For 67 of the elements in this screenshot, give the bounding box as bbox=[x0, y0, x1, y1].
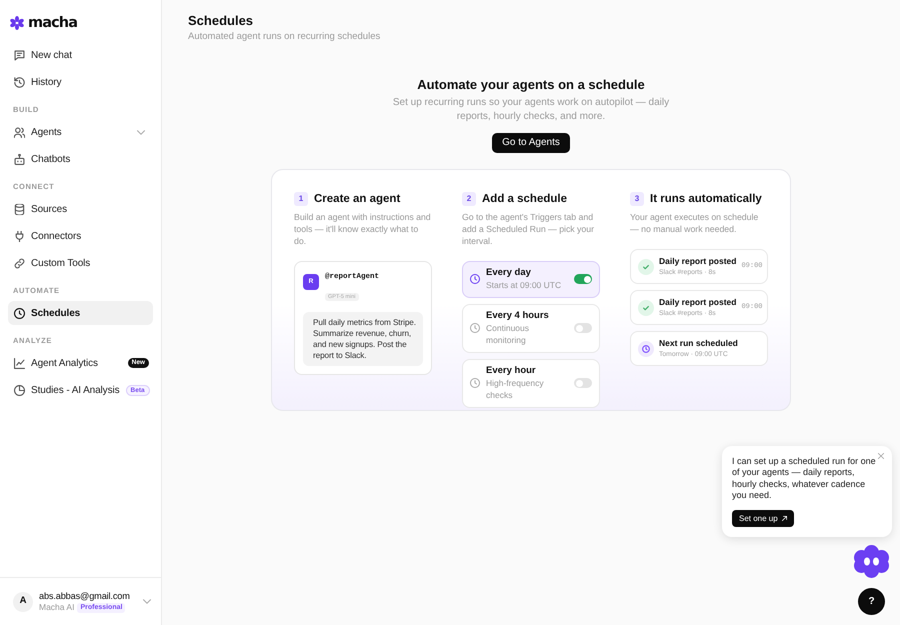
chevron-down-icon[interactable] bbox=[143, 599, 151, 604]
schedule-title: Every hour bbox=[486, 364, 537, 376]
popup-message: I can set up a scheduled run for one of your agents — daily reports, hourly checks, whatever cadence you need. bbox=[732, 456, 876, 502]
help-button[interactable]: ? bbox=[858, 588, 885, 615]
sidebar-item[interactable]: Connectors bbox=[8, 224, 153, 248]
page-subtitle: Automated agent runs on recurring schedules bbox=[188, 31, 382, 43]
chevron-down-icon[interactable] bbox=[137, 130, 145, 134]
step-number: 1 bbox=[294, 192, 308, 206]
schedule-detail: Starts at 09:00 UTC bbox=[486, 279, 562, 292]
sidebar-item[interactable]: New chat bbox=[8, 43, 153, 67]
sidebar-item[interactable]: Agents bbox=[8, 120, 153, 144]
step-description: Build an agent with instructions and tools — it'll know exactly what to do. bbox=[294, 211, 432, 247]
robot-icon bbox=[14, 154, 25, 164]
step-description: Go to the agent's Triggers tab and add a Scheduled Run — pick your interval. bbox=[462, 211, 595, 247]
sidebar-item[interactable]: Sources bbox=[8, 197, 153, 221]
plug-icon bbox=[14, 230, 25, 242]
hero-heading: Automate your agents on a schedule bbox=[416, 77, 646, 93]
instruction-message: Pull daily metrics from Stripe. Summarize revenue, churn, and new signups. Post the report to Slack. bbox=[303, 312, 423, 366]
check-icon bbox=[638, 258, 654, 274]
clock-icon bbox=[470, 323, 480, 333]
activity-title: Daily report posted bbox=[659, 296, 736, 308]
page-title: Schedules bbox=[188, 13, 254, 29]
set-one-up-button[interactable]: Set one up bbox=[732, 510, 794, 527]
mascot-icon[interactable] bbox=[854, 545, 889, 578]
clock-icon bbox=[470, 274, 480, 284]
schedule-title: Every day bbox=[486, 267, 532, 279]
schedule-detail: Continuous monitoring bbox=[486, 322, 530, 346]
logo-icon bbox=[10, 16, 24, 30]
clock-icon bbox=[470, 378, 480, 388]
history-icon bbox=[14, 76, 25, 88]
line-chart-icon bbox=[14, 358, 25, 368]
clock-icon bbox=[14, 308, 25, 318]
step-number: 2 bbox=[462, 192, 476, 206]
check-icon bbox=[638, 300, 654, 316]
link-icon bbox=[14, 258, 25, 268]
schedule-option[interactable]: Every hour High-frequency checks bbox=[462, 358, 600, 408]
database-icon bbox=[14, 204, 25, 214]
pie-chart-icon bbox=[14, 384, 25, 396]
sidebar-item[interactable]: Schedules bbox=[8, 301, 153, 325]
logo-wordmark: macha bbox=[28, 14, 78, 32]
activity-title: Next run scheduled bbox=[659, 337, 739, 349]
clock-icon bbox=[638, 340, 654, 356]
step-title: Add a schedule bbox=[482, 192, 567, 207]
step-title: It runs automatically bbox=[650, 192, 762, 207]
chat-icon bbox=[14, 50, 25, 60]
step-title: Create an agent bbox=[314, 192, 400, 207]
schedule-option[interactable]: Every 4 hours Continuous monitoring bbox=[462, 304, 600, 352]
sidebar-item[interactable]: History bbox=[8, 70, 153, 94]
schedule-option[interactable]: Every day Starts at 09:00 UTC bbox=[462, 261, 600, 298]
arrow-up-right-icon bbox=[782, 516, 787, 521]
user-email: abs.abbas@gmail.com bbox=[39, 590, 130, 602]
sidebar-item[interactable]: Chatbots bbox=[8, 147, 153, 171]
go-to-agents-button[interactable]: Go to Agents bbox=[492, 133, 570, 153]
close-icon[interactable] bbox=[878, 453, 884, 459]
user-avatar: A bbox=[13, 592, 33, 612]
toggle-switch[interactable] bbox=[574, 274, 592, 284]
schedule-title: Every 4 hours bbox=[486, 310, 550, 322]
step-number: 3 bbox=[630, 192, 644, 206]
step-description: Your agent executes on schedule — no manual work needed. bbox=[630, 211, 760, 235]
toggle-switch[interactable] bbox=[574, 323, 592, 333]
toggle-switch[interactable] bbox=[574, 378, 592, 388]
sidebar-item[interactable]: Custom Tools bbox=[8, 251, 153, 275]
activity-title: Daily report posted bbox=[659, 255, 736, 267]
users-icon bbox=[14, 126, 25, 138]
organization-name: Macha AI bbox=[39, 602, 74, 613]
hero-description: Set up recurring runs so your agents work on autopilot — daily reports, hourly checks, and more. bbox=[392, 96, 670, 124]
schedule-detail: High-frequency checks bbox=[486, 376, 545, 402]
